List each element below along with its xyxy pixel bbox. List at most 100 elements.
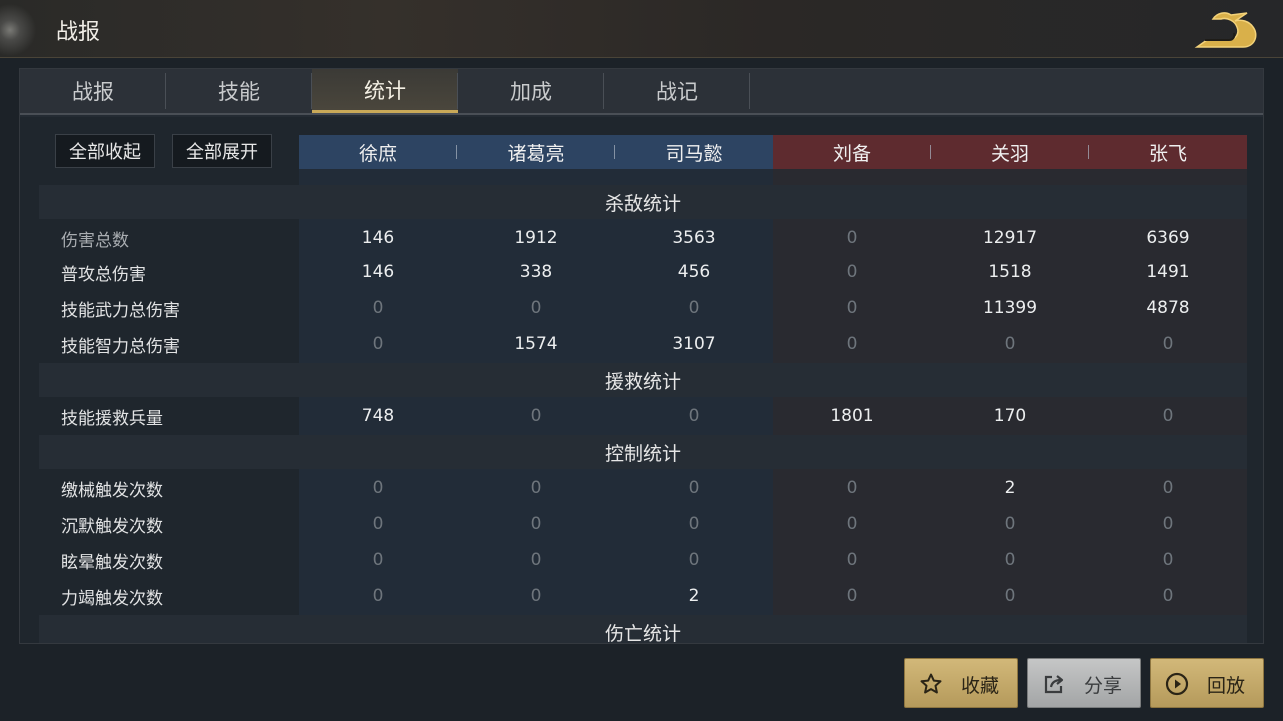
page-title: 战报 xyxy=(56,20,101,45)
table-cell: 0 xyxy=(1162,586,1174,606)
table-cell: 0 xyxy=(372,514,384,534)
table-row: 技能武力总伤害 0 0 0 0 11399 4878 xyxy=(39,290,1247,326)
table-cell: 0 xyxy=(846,478,858,498)
hero-name: 诸葛亮 xyxy=(507,142,565,165)
replay-label: 回放 xyxy=(1207,675,1246,697)
stats-table[interactable]: 全部收起 全部展开 徐庶 诸葛亮 司马懿 刘备 关羽 张飞 杀敌统计 伤害总数 … xyxy=(20,117,1263,643)
table-row: 技能援救兵量 748 0 0 1801 170 0 xyxy=(39,398,1247,434)
hero-header-liubei: 刘备 xyxy=(773,135,931,169)
table-cell: 170 xyxy=(993,406,1027,426)
table-cell: 0 xyxy=(846,514,858,534)
table-cell: 0 xyxy=(372,298,384,318)
table-cell: 0 xyxy=(846,262,858,282)
table-cell: 338 xyxy=(519,262,553,282)
table-cell: 0 xyxy=(372,478,384,498)
table-cell: 2 xyxy=(1004,478,1016,498)
table-cell: 146 xyxy=(361,262,395,282)
table-cell: 0 xyxy=(688,298,700,318)
hero-header-zhugeliang: 诸葛亮 xyxy=(457,135,615,169)
close-button[interactable] xyxy=(1188,4,1264,56)
table-cell: 0 xyxy=(688,514,700,534)
table-row: 眩晕触发次数 0 0 0 0 0 0 xyxy=(39,542,1247,578)
play-circle-icon xyxy=(1165,672,1189,696)
table-cell: 0 xyxy=(372,334,384,354)
hero-header-xushu: 徐庶 xyxy=(299,135,457,169)
table-cell: 0 xyxy=(846,334,858,354)
favorite-button[interactable]: 收藏 xyxy=(904,658,1018,708)
row-label: 普攻总伤害 xyxy=(61,264,146,285)
section-header-rescue[interactable]: 援救统计 xyxy=(39,363,1247,397)
table-row: 伤害总数 146 1912 3563 0 12917 6369 xyxy=(39,220,1247,256)
row-label: 技能援救兵量 xyxy=(61,408,163,429)
section-header-casualties[interactable]: 伤亡统计 xyxy=(39,615,1247,643)
table-cell: 0 xyxy=(1004,334,1016,354)
table-cell: 0 xyxy=(1004,550,1016,570)
tab-skills[interactable]: 技能 xyxy=(166,69,312,113)
section-header-control[interactable]: 控制统计 xyxy=(39,435,1247,469)
table-cell: 3563 xyxy=(672,228,716,248)
table-cell: 0 xyxy=(1004,514,1016,534)
table-row: 普攻总伤害 146 338 456 0 1518 1491 xyxy=(39,254,1247,290)
tab-battle-log[interactable]: 战记 xyxy=(604,69,750,113)
table-cell: 0 xyxy=(530,514,542,534)
table-cell: 0 xyxy=(530,478,542,498)
window-header: 战报 xyxy=(0,0,1283,58)
table-cell: 0 xyxy=(372,550,384,570)
hero-header-simayi: 司马懿 xyxy=(615,135,773,169)
table-cell: 0 xyxy=(846,298,858,318)
dragon-ornament-icon xyxy=(0,0,40,58)
table-cell: 0 xyxy=(688,550,700,570)
hero-header-guanyu: 关羽 xyxy=(931,135,1089,169)
table-cell: 0 xyxy=(1162,334,1174,354)
table-cell: 0 xyxy=(688,406,700,426)
row-label: 眩晕触发次数 xyxy=(61,552,163,573)
expand-all-button[interactable]: 全部展开 xyxy=(172,134,272,168)
hero-name: 徐庶 xyxy=(358,142,397,165)
table-row: 沉默触发次数 0 0 0 0 0 0 xyxy=(39,506,1247,542)
table-cell: 0 xyxy=(688,478,700,498)
tab-bonus[interactable]: 加成 xyxy=(458,69,604,113)
hero-name: 司马懿 xyxy=(665,142,723,165)
table-cell: 11399 xyxy=(982,298,1038,318)
star-icon xyxy=(920,673,942,694)
table-cell: 456 xyxy=(677,262,711,282)
row-label: 沉默触发次数 xyxy=(61,516,163,537)
table-row: 缴械触发次数 0 0 0 0 2 0 xyxy=(39,470,1247,506)
table-cell: 4878 xyxy=(1146,298,1190,318)
table-row: 技能智力总伤害 0 1574 3107 0 0 0 xyxy=(39,326,1247,362)
table-row: 力竭触发次数 0 0 2 0 0 0 xyxy=(39,578,1247,614)
table-cell: 0 xyxy=(846,550,858,570)
stats-panel: 战报 技能 统计 加成 战记 全部收起 全部展开 徐庶 诸葛亮 司马懿 刘备 关… xyxy=(19,68,1264,644)
replay-button[interactable]: 回放 xyxy=(1150,658,1264,708)
collapse-all-button[interactable]: 全部收起 xyxy=(55,134,155,168)
table-cell: 1518 xyxy=(988,262,1032,282)
table-cell: 0 xyxy=(530,586,542,606)
share-icon xyxy=(1044,675,1064,694)
hero-name: 张飞 xyxy=(1148,142,1187,165)
tab-statistics[interactable]: 统计 xyxy=(312,69,458,113)
share-button[interactable]: 分享 xyxy=(1027,658,1141,708)
table-cell: 0 xyxy=(1162,406,1174,426)
table-cell: 0 xyxy=(1004,586,1016,606)
row-label: 缴械触发次数 xyxy=(61,480,163,501)
table-cell: 3107 xyxy=(672,334,716,354)
row-label: 技能智力总伤害 xyxy=(61,336,180,357)
table-cell: 2 xyxy=(688,586,700,606)
table-cell: 1912 xyxy=(514,228,558,248)
share-label: 分享 xyxy=(1084,675,1123,697)
table-cell: 0 xyxy=(530,298,542,318)
row-label: 力竭触发次数 xyxy=(61,588,163,609)
table-cell: 6369 xyxy=(1146,228,1190,248)
row-label: 伤害总数 xyxy=(61,230,129,251)
section-header-kills[interactable]: 杀敌统计 xyxy=(39,185,1247,219)
tab-battle-report[interactable]: 战报 xyxy=(20,69,166,113)
table-cell: 1574 xyxy=(514,334,558,354)
hero-name: 刘备 xyxy=(832,142,871,165)
table-cell: 748 xyxy=(361,406,395,426)
table-cell: 0 xyxy=(530,550,542,570)
table-cell: 0 xyxy=(1162,478,1174,498)
favorite-label: 收藏 xyxy=(961,675,1000,697)
hero-header-zhangfei: 张飞 xyxy=(1089,135,1247,169)
table-cell: 1801 xyxy=(830,406,874,426)
tab-bar: 战报 技能 统计 加成 战记 xyxy=(20,69,1263,115)
